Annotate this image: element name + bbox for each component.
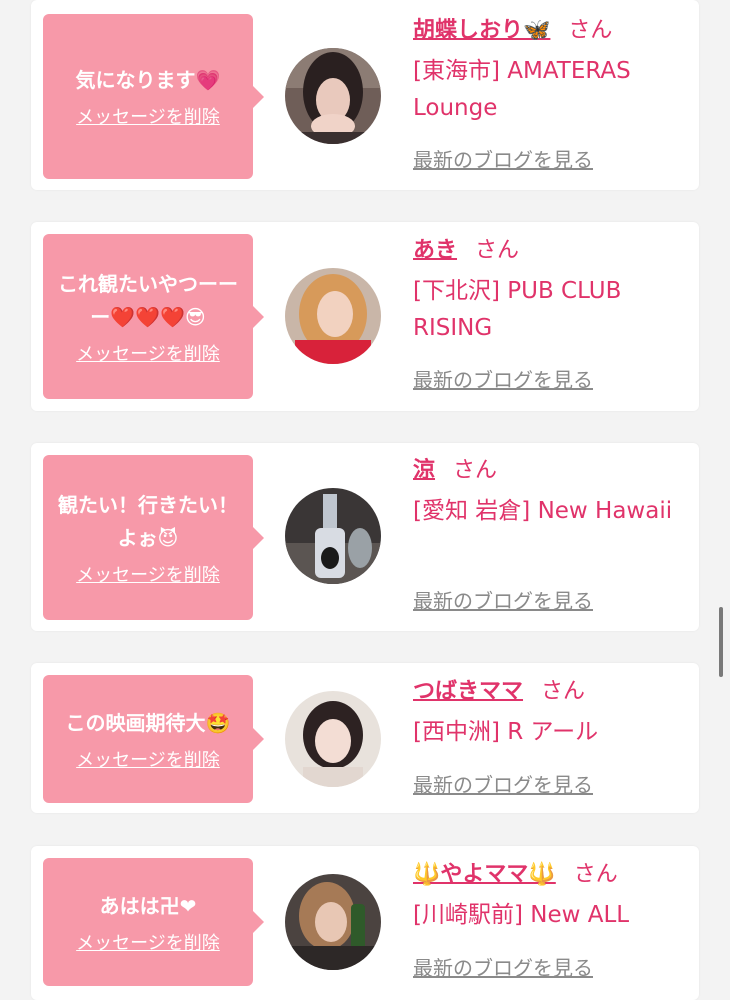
message-text: 観たい！行きたい！よぉ😈 — [58, 492, 238, 550]
sender-name[interactable]: 胡蝶しおり🦋 — [413, 18, 550, 43]
latest-blog-link[interactable]: 最新のブログを見る — [413, 954, 593, 982]
avatar-photo — [285, 488, 381, 584]
message-card: あはは卍❤ メッセージを削除 🔱やよママ🔱 さん [川崎駅前] New ALL 最… — [31, 846, 699, 1000]
message-text: あはは卍❤ — [99, 893, 197, 918]
sender-info: 🔱やよママ🔱 さん [川崎駅前] New ALL — [413, 860, 683, 934]
message-bubble: あはは卍❤ メッセージを削除 — [43, 858, 264, 986]
delete-message-link[interactable]: メッセージを削除 — [76, 750, 220, 772]
shop-name: [西中洲] R アール — [413, 719, 599, 745]
avatar-photo — [285, 874, 381, 970]
honorific: さん — [568, 18, 613, 43]
message-bubble: この映画期待大🤩 メッセージを削除 — [43, 675, 264, 803]
message-bubble: 気になります💗 メッセージを削除 — [43, 14, 264, 179]
sender-name[interactable]: あき — [413, 238, 457, 263]
shop-name: [川崎駅前] New ALL — [413, 902, 630, 928]
message-text: 気になります💗 — [75, 68, 221, 92]
avatar[interactable] — [285, 268, 381, 364]
message-text: この映画期待大🤩 — [65, 710, 231, 735]
avatar[interactable] — [285, 48, 381, 144]
shop-name: [愛知 岩倉] New Hawaii — [413, 498, 673, 524]
avatar-photo — [285, 48, 381, 144]
avatar[interactable] — [285, 874, 381, 970]
sender-info: 胡蝶しおり🦋 さん [東海市] AMATERAS Lounge — [413, 16, 683, 127]
latest-blog-link[interactable]: 最新のブログを見る — [413, 587, 593, 615]
delete-message-link[interactable]: メッセージを削除 — [76, 107, 220, 129]
shop-name: [下北沢] PUB CLUB RISING — [413, 278, 622, 341]
delete-message-link[interactable]: メッセージを削除 — [76, 933, 220, 955]
sender-name[interactable]: 涼 — [413, 458, 435, 483]
honorific: さん — [573, 862, 618, 887]
sender-name[interactable]: つばきママ — [413, 679, 523, 704]
message-card: 観たい！行きたい！よぉ😈 メッセージを削除 涼さん [愛知 岩倉] New Ha… — [31, 443, 699, 631]
message-text: これ観たいやつーーー❤️❤️❤️😎 — [58, 271, 238, 329]
latest-blog-link[interactable]: 最新のブログを見る — [413, 771, 593, 799]
scrollbar[interactable] — [719, 607, 723, 677]
sender-name[interactable]: 🔱やよママ🔱 — [413, 862, 556, 887]
message-card: これ観たいやつーーー❤️❤️❤️😎 メッセージを削除 あき さん [下北沢] PU… — [31, 222, 699, 411]
message-card: この映画期待大🤩 メッセージを削除 つばきママ さん [西中洲] R アール 最新… — [31, 663, 699, 813]
sender-info: つばきママ さん [西中洲] R アール — [413, 677, 683, 751]
honorific: さん — [475, 238, 520, 263]
avatar[interactable] — [285, 691, 381, 787]
honorific: さん — [541, 679, 586, 704]
sender-info: あき さん [下北沢] PUB CLUB RISING — [413, 236, 683, 347]
avatar-photo — [285, 268, 381, 364]
avatar-photo — [285, 691, 381, 787]
delete-message-link[interactable]: メッセージを削除 — [76, 565, 220, 587]
message-bubble: これ観たいやつーーー❤️❤️❤️😎 メッセージを削除 — [43, 234, 264, 399]
delete-message-link[interactable]: メッセージを削除 — [76, 344, 220, 366]
latest-blog-link[interactable]: 最新のブログを見る — [413, 366, 593, 394]
latest-blog-link[interactable]: 最新のブログを見る — [413, 146, 593, 174]
message-card: 気になります💗 メッセージを削除 胡蝶しおり🦋 さん [東海市] AMATERAS… — [31, 0, 699, 190]
shop-name: [東海市] AMATERAS Lounge — [413, 58, 631, 121]
avatar[interactable] — [285, 488, 381, 584]
honorific: さん — [453, 458, 498, 483]
message-bubble: 観たい！行きたい！よぉ😈 メッセージを削除 — [43, 455, 264, 620]
sender-info: 涼さん [愛知 岩倉] New Hawaii — [413, 456, 683, 530]
